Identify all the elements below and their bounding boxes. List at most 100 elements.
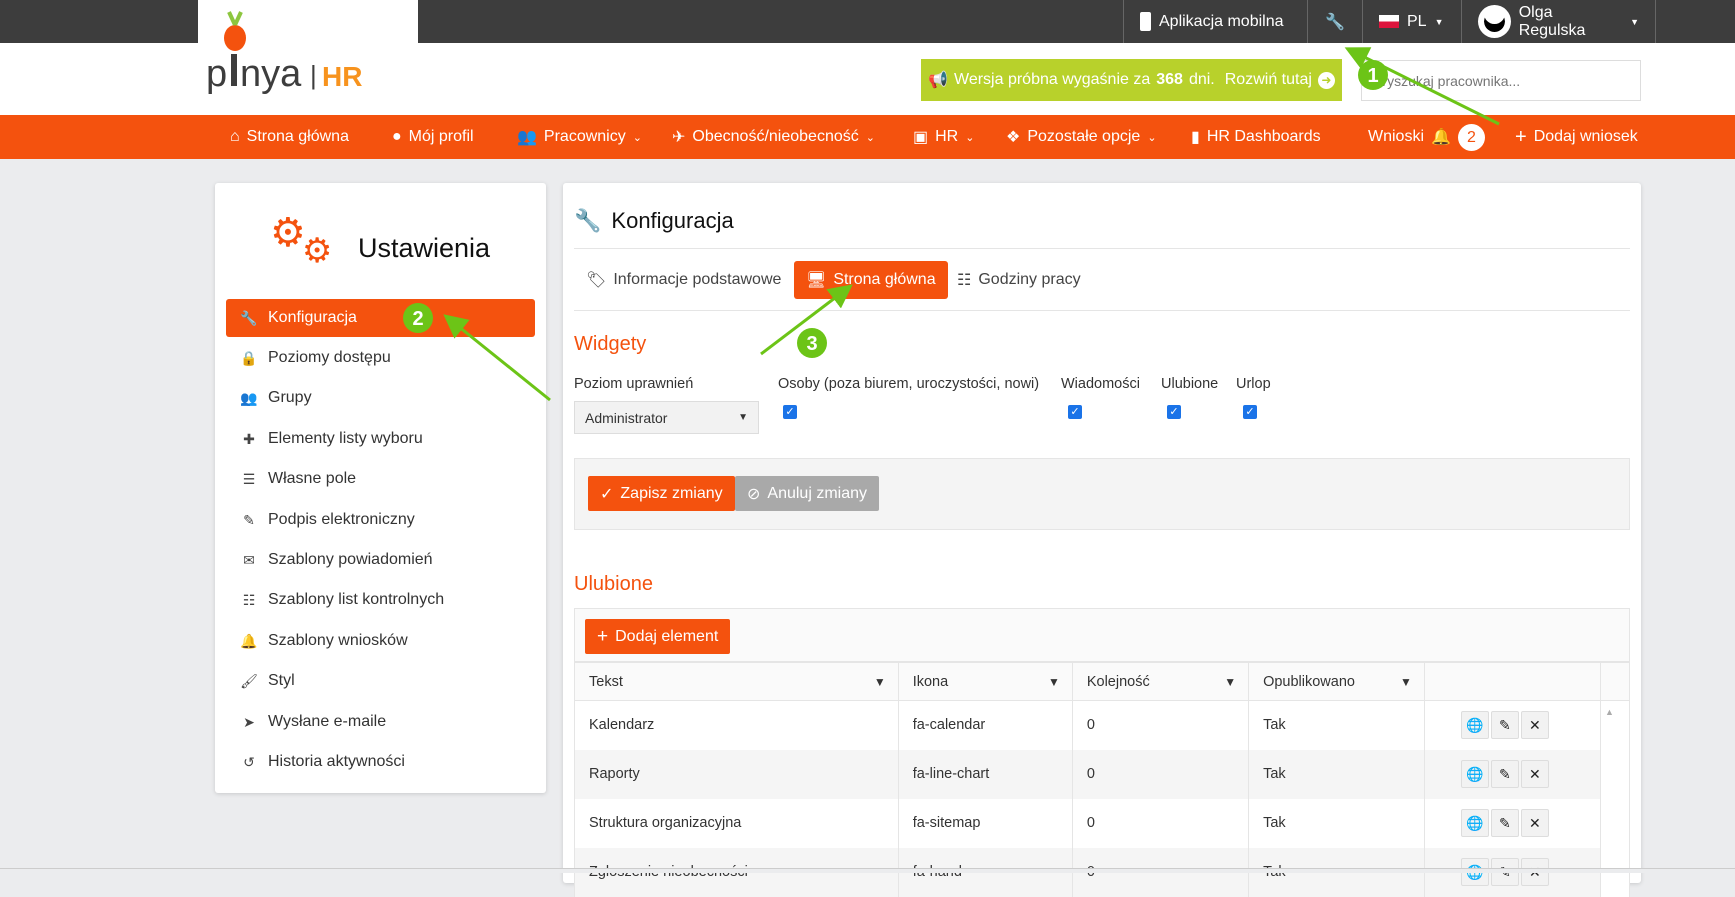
- tags-icon: 🏷: [586, 272, 607, 289]
- column-header-text[interactable]: Tekst ▼: [574, 662, 899, 701]
- logo[interactable]: p nya | HR pinya: [198, 0, 418, 115]
- sidebar-item-access-levels[interactable]: 🔒 Poziomy dostępu: [226, 339, 535, 377]
- tasks-icon: ☷: [242, 591, 256, 608]
- pencil-icon[interactable]: ✎: [1490, 760, 1519, 788]
- sidebar-item-picklist-elements[interactable]: ✚ Elementy listy wyboru: [226, 420, 535, 458]
- nav-employees[interactable]: 👥 Pracownicy ⌄: [517, 115, 642, 159]
- close-icon[interactable]: ✕: [1520, 711, 1549, 740]
- users-icon: 👥: [517, 129, 537, 146]
- bell-icon: 🔔: [1431, 129, 1451, 146]
- nav-hr[interactable]: ▣ HR ⌄: [913, 115, 974, 159]
- sidebar-item-groups[interactable]: 👥 Grupy: [226, 379, 535, 417]
- lock-icon: 🔒: [240, 349, 258, 366]
- cubes-icon: ❖: [1006, 129, 1021, 146]
- plane-icon: ✈: [672, 129, 686, 146]
- sidebar-item-e-signature[interactable]: ✎ Podpis elektroniczny: [226, 501, 535, 539]
- nav-attendance[interactable]: ✈ Obecność/nieobecność ⌄: [672, 115, 875, 159]
- upgrade-link[interactable]: Rozwiń tutaj: [1225, 71, 1312, 89]
- nav-requests[interactable]: Wnioski 🔔 2: [1368, 115, 1485, 159]
- tab-working-hours[interactable]: ☷ Godziny pracy: [945, 261, 1093, 299]
- check-icon: ✓: [600, 485, 614, 503]
- widget-leave-label: Urlop: [1236, 376, 1271, 392]
- column-header-order[interactable]: Kolejność ▼: [1071, 662, 1250, 701]
- nav-hr-dashboards[interactable]: ▮ HR Dashboards: [1191, 115, 1321, 159]
- user-menu[interactable]: Olga Regulska ▼: [1461, 0, 1656, 43]
- svg-text:nya: nya: [240, 53, 302, 95]
- cogs-icon: ⚙⚙: [270, 211, 333, 270]
- globe-icon[interactable]: 🌐: [1460, 711, 1489, 740]
- caret-down-icon: ▼: [738, 412, 748, 423]
- scrollbar[interactable]: ▲: [1600, 700, 1630, 750]
- chevron-down-icon: ⌄: [965, 131, 975, 144]
- pencil-icon[interactable]: ✎: [1490, 809, 1519, 837]
- chevron-down-icon: ⌄: [865, 131, 875, 144]
- language-dropdown[interactable]: PL ▼: [1362, 0, 1461, 43]
- widget-leave-checkbox[interactable]: ✓: [1243, 405, 1257, 419]
- widget-messages-checkbox[interactable]: ✓: [1068, 405, 1082, 419]
- globe-icon[interactable]: 🌐: [1460, 809, 1489, 837]
- ban-icon: ⊘: [747, 485, 761, 503]
- table-header: Tekst ▼ Ikona ▼ Kolejność ▼ Opublikowano ▼: [574, 662, 1630, 701]
- svg-text:HR: HR: [322, 61, 362, 92]
- sidebar-item-custom-field[interactable]: ☰ Własne pole: [226, 460, 535, 498]
- sidebar-item-notification-templates[interactable]: ✉ Szablony powiadomień: [226, 541, 535, 579]
- wrench-icon: 🔧: [1325, 13, 1345, 31]
- filter-icon[interactable]: ▼: [1400, 675, 1412, 689]
- pencil-icon[interactable]: ✎: [1490, 711, 1519, 740]
- globe-icon[interactable]: 🌐: [1460, 760, 1489, 788]
- plus-icon: +: [1515, 125, 1527, 148]
- bottom-edge: [0, 868, 1735, 873]
- plus-icon: +: [597, 625, 609, 647]
- address-book-icon: ▣: [913, 129, 929, 146]
- close-icon[interactable]: ✕: [1520, 760, 1549, 788]
- filter-icon[interactable]: ▼: [874, 675, 886, 689]
- close-icon[interactable]: ✕: [1520, 809, 1549, 837]
- envelope-icon: ✉: [243, 551, 255, 568]
- requests-count-badge: 2: [1457, 123, 1485, 151]
- permission-level-select[interactable]: Administrator ▼: [574, 401, 759, 434]
- configuration-panel: 🔧 Konfiguracja 🏷 Informacje podstawowe 🖥 St…: [563, 183, 1641, 897]
- desktop-icon: 🖥: [806, 272, 827, 289]
- add-request-button[interactable]: + Dodaj wniosek: [1515, 115, 1638, 159]
- mobile-app-link[interactable]: Aplikacja mobilna: [1123, 0, 1300, 43]
- sidebar-item-style[interactable]: 🖌 Styl: [226, 662, 535, 700]
- svg-text:p: p: [206, 53, 227, 95]
- filter-icon[interactable]: ▼: [1224, 675, 1236, 689]
- widget-people-checkbox[interactable]: ✓: [783, 405, 797, 419]
- cancel-changes-button[interactable]: ⊘ Anuluj zmiany: [735, 476, 880, 511]
- sidebar-item-sent-emails[interactable]: ➤ Wysłane e-maile: [226, 703, 535, 741]
- column-header-icon[interactable]: Ikona ▼: [897, 662, 1073, 701]
- arrow-circle-right-icon: ➜: [1317, 71, 1335, 89]
- filter-icon[interactable]: ▼: [1048, 675, 1060, 689]
- divider: [574, 310, 1630, 311]
- main-nav: ⌂ Strona główna ● Mój profil 👥 Pracownicy ⌄ …: [0, 115, 1735, 159]
- table-row: Kalendarz fa-calendar 0 Tak 🌐 ✎ ✕ ▲: [574, 700, 1630, 750]
- widget-favorites-checkbox[interactable]: ✓: [1167, 405, 1181, 419]
- favorites-toolbar: + Dodaj element: [574, 608, 1630, 662]
- pinya-logo-icon: p nya | HR: [206, 11, 362, 95]
- nav-my-profile[interactable]: ● Mój profil: [392, 115, 474, 159]
- table-row: Struktura organizacyjna fa-sitemap 0 Tak 🌐 ✎ ✕: [574, 798, 1630, 848]
- tab-home-page[interactable]: 🖥 Strona główna: [794, 261, 948, 299]
- chevron-down-icon: ⌄: [632, 131, 642, 144]
- sidebar-item-configuration[interactable]: 🔧 Konfiguracja: [226, 299, 535, 337]
- employee-search-input[interactable]: [1361, 60, 1641, 101]
- add-element-button[interactable]: + Dodaj element: [585, 619, 731, 654]
- tab-basic-info[interactable]: 🏷 Informacje podstawowe: [574, 261, 793, 299]
- users-icon: 👥: [240, 389, 258, 406]
- home-icon: ⌂: [230, 128, 240, 145]
- bell-icon: 🔔: [240, 632, 258, 649]
- save-changes-button[interactable]: ✓ Zapisz zmiany: [588, 476, 735, 511]
- settings-sidebar: ⚙⚙ Ustawienia 🔧 Konfiguracja 🔒 Poziomy dos…: [215, 183, 546, 793]
- favorites-table: Tekst ▼ Ikona ▼ Kolejność ▼ Opublikowano ▼ K…: [574, 662, 1630, 897]
- settings-wrench-button[interactable]: 🔧: [1307, 0, 1362, 43]
- sidebar-item-checklist-templates[interactable]: ☷ Szablony list kontrolnych: [226, 581, 535, 619]
- sidebar-item-request-templates[interactable]: 🔔 Szablony wniosków: [226, 622, 535, 660]
- column-header-published[interactable]: Opublikowano ▼: [1248, 662, 1425, 701]
- history-icon: ↺: [243, 753, 255, 770]
- sidebar-title: Ustawienia: [358, 233, 491, 263]
- nav-home[interactable]: ⌂ Strona główna: [230, 115, 349, 159]
- trial-banner[interactable]: 📢 Wersja próbna wygaśnie za 368 dni. Roz…: [921, 59, 1342, 101]
- sidebar-item-activity-history[interactable]: ↺ Historia aktywności: [226, 743, 535, 781]
- nav-other-options[interactable]: ❖ Pozostałe opcje ⌄: [1006, 115, 1157, 159]
